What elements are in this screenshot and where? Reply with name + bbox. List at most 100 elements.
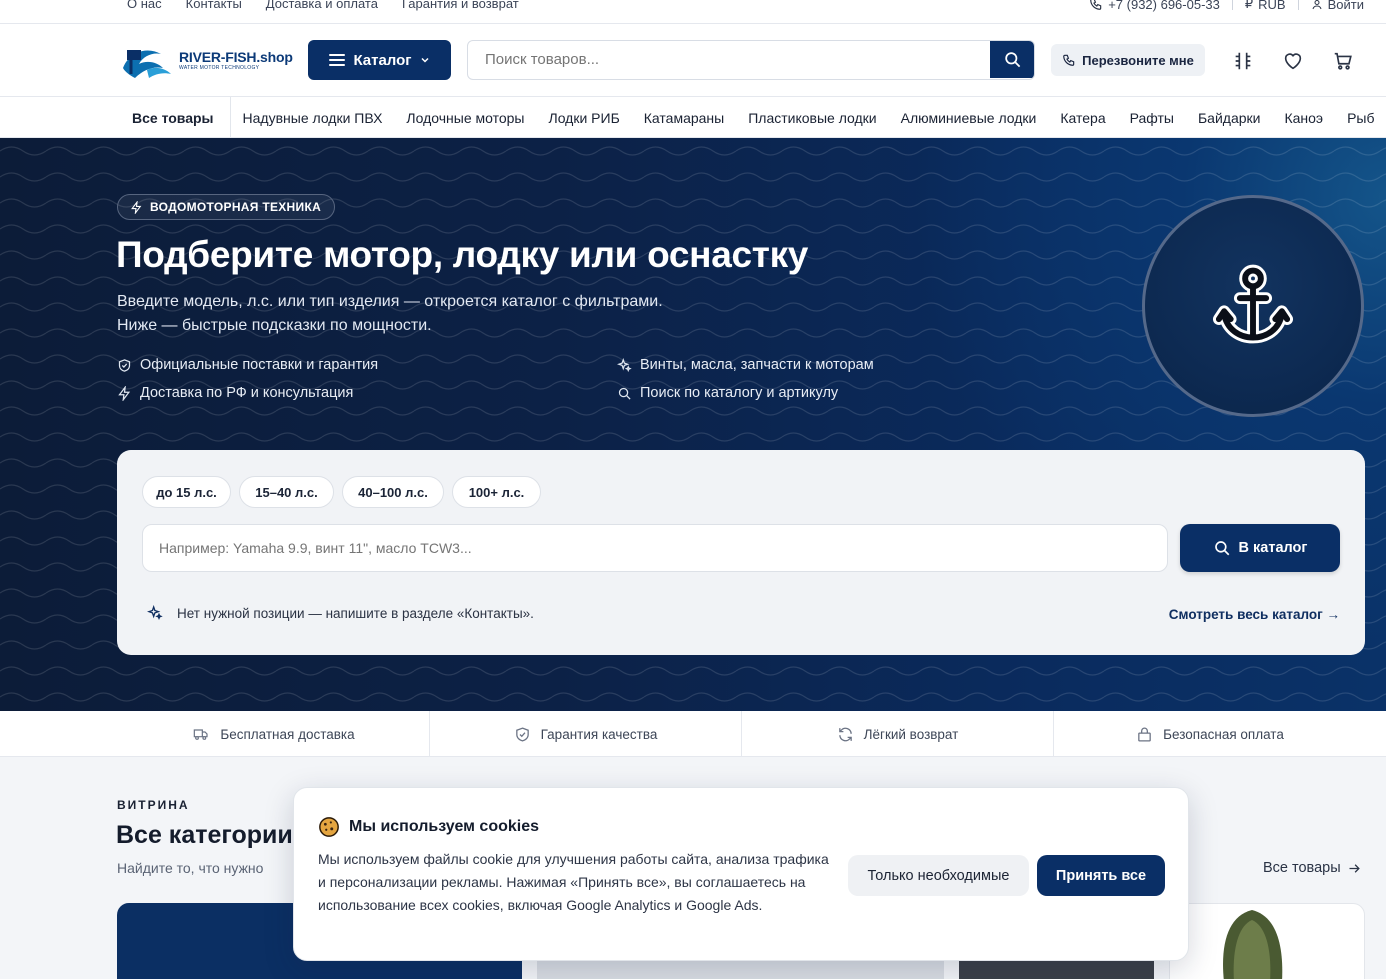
chevron-down-icon bbox=[421, 57, 429, 63]
hero-title: Подберите мотор, лодку или оснастку bbox=[116, 234, 809, 275]
category-nav: Все товары Надувные лодки ПВХ Лодочные м… bbox=[0, 97, 1386, 138]
currency-switcher[interactable]: ₽ RUB bbox=[1245, 0, 1286, 12]
go-to-catalog-button[interactable]: В каталог bbox=[1180, 524, 1340, 572]
nav-item-kayaks[interactable]: Байдарки bbox=[1186, 110, 1272, 126]
callback-button[interactable]: Перезвоните мне bbox=[1051, 44, 1205, 76]
feature-search-label: Поиск по каталогу и артикулу bbox=[640, 385, 839, 401]
feature-delivery-label: Доставка по РФ и консультация bbox=[140, 385, 354, 401]
benefit-easy-return: Лёгкий возврат bbox=[742, 711, 1054, 757]
phone-icon bbox=[1090, 0, 1102, 10]
site-logo[interactable]: RIVER-FISH.shop WATER MOTOR TECHNOLOGY bbox=[117, 38, 297, 82]
nav-item-motorboats[interactable]: Катера bbox=[1048, 110, 1117, 126]
benefit-secure-payment-label: Безопасная оплата bbox=[1163, 726, 1284, 742]
cookie-accept-all-button[interactable]: Принять все bbox=[1037, 855, 1165, 896]
benefit-free-delivery-label: Бесплатная доставка bbox=[220, 726, 355, 742]
benefit-easy-return-label: Лёгкий возврат bbox=[863, 726, 959, 742]
catalog-button[interactable]: Каталог bbox=[308, 40, 451, 80]
search-button[interactable] bbox=[990, 41, 1034, 78]
heart-icon[interactable] bbox=[1282, 50, 1304, 72]
top-link-about[interactable]: О нас bbox=[127, 0, 162, 11]
feature-search: Поиск по каталогу и артикулу bbox=[617, 385, 838, 401]
hero-subtitle-line1: Введите модель, л.с. или тип изделия — о… bbox=[117, 293, 663, 310]
nav-item-catamarans[interactable]: Катамараны bbox=[632, 110, 736, 126]
nav-item-rafts[interactable]: Рафты bbox=[1118, 110, 1186, 126]
showcase-kicker: ВИТРИНА bbox=[117, 798, 190, 812]
nav-item-all[interactable]: Все товары bbox=[117, 97, 231, 137]
hero-badge-label: ВОДОМОТОРНАЯ ТЕХНИКА bbox=[150, 200, 322, 214]
benefit-free-delivery: Бесплатная доставка bbox=[118, 711, 430, 757]
login-label: Войти bbox=[1327, 0, 1364, 12]
feature-official-label: Официальные поставки и гарантия bbox=[140, 357, 379, 373]
search-icon bbox=[1214, 541, 1229, 556]
hero-subtitle: Введите модель, л.с. или тип изделия — о… bbox=[117, 290, 663, 338]
contact-note-text: Нет нужной позиции — напишите в разделе … bbox=[177, 605, 534, 621]
bolt-icon bbox=[131, 200, 142, 214]
chip-up-to-15hp[interactable]: до 15 л.с. bbox=[142, 476, 231, 508]
benefits-spacer bbox=[0, 711, 118, 756]
catalog-search-input[interactable] bbox=[142, 524, 1168, 572]
top-bar: О нас Контакты Доставка и оплата Гаранти… bbox=[0, 0, 1386, 24]
cart-icon[interactable] bbox=[1332, 50, 1354, 72]
chip-100plus-hp[interactable]: 100+ л.с. bbox=[452, 476, 541, 508]
top-phone[interactable]: +7 (932) 696-05-33 bbox=[1089, 0, 1220, 12]
truck-icon bbox=[194, 729, 208, 740]
login-link[interactable]: Войти bbox=[1311, 0, 1364, 12]
logo-tagline: WATER MOTOR TECHNOLOGY bbox=[179, 64, 260, 71]
divider bbox=[1231, 0, 1233, 10]
shield-check-icon bbox=[118, 358, 131, 372]
ruble-icon: ₽ bbox=[1244, 0, 1254, 11]
menu-icon bbox=[329, 54, 346, 66]
hero-section: ВОДОМОТОРНАЯ ТЕХНИКА Подберите мотор, ло… bbox=[0, 138, 1386, 711]
cookie-necessary-button[interactable]: Только необходимые bbox=[848, 855, 1029, 896]
nav-item-boat-motors[interactable]: Лодочные моторы bbox=[394, 110, 536, 126]
top-link-warranty[interactable]: Гарантия и возврат bbox=[402, 0, 519, 11]
search-input[interactable] bbox=[468, 41, 992, 78]
cookie-title-text: Мы используем cookies bbox=[349, 818, 540, 835]
phone-icon bbox=[1063, 54, 1075, 66]
sparkles-icon bbox=[147, 605, 163, 621]
showcase-title: Все категории bbox=[116, 821, 293, 849]
catalog-label: Каталог bbox=[353, 51, 412, 69]
arrow-right-icon bbox=[1349, 863, 1360, 873]
logo-name: RIVER-FISH.shop bbox=[179, 48, 293, 65]
feature-delivery: Доставка по РФ и консультация bbox=[117, 385, 353, 401]
main-header: RIVER-FISH.shop WATER MOTOR TECHNOLOGY К… bbox=[0, 24, 1386, 97]
all-products-label: Все товары bbox=[1263, 860, 1341, 876]
nav-item-fishing[interactable]: Рыб bbox=[1335, 110, 1386, 126]
top-right: +7 (932) 696-05-33 ₽ RUB Войти bbox=[1089, 0, 1364, 12]
search-icon bbox=[1004, 52, 1020, 68]
view-full-catalog-link[interactable]: Смотреть весь каталог → bbox=[1169, 607, 1340, 622]
inflatable-boat-image bbox=[1223, 910, 1283, 979]
sparkles-icon bbox=[617, 357, 632, 372]
top-link-delivery[interactable]: Доставка и оплата bbox=[266, 0, 378, 11]
nav-item-canoes[interactable]: Каноэ bbox=[1272, 110, 1335, 126]
anchor-icon bbox=[1212, 264, 1294, 344]
refresh-icon bbox=[838, 727, 852, 741]
chip-15-40hp[interactable]: 15–40 л.с. bbox=[239, 476, 334, 508]
nav-item-aluminium-boats[interactable]: Алюминиевые лодки bbox=[889, 110, 1049, 126]
contact-note: Нет нужной позиции — напишите в разделе … bbox=[147, 605, 534, 621]
nav-item-plastic-boats[interactable]: Пластиковые лодки bbox=[736, 110, 888, 126]
user-icon bbox=[1312, 0, 1322, 9]
cookie-icon bbox=[319, 817, 339, 837]
divider bbox=[1297, 0, 1299, 10]
feature-parts: Винты, масла, запчасти к моторам bbox=[617, 357, 874, 373]
showcase-subtitle: Найдите то, что нужно bbox=[117, 860, 264, 876]
category-nav-row: Все товары Надувные лодки ПВХ Лодочные м… bbox=[117, 97, 1386, 137]
top-link-contacts[interactable]: Контакты bbox=[186, 0, 242, 11]
phone-number: +7 (932) 696-05-33 bbox=[1108, 0, 1220, 12]
currency-label: RUB bbox=[1258, 0, 1286, 12]
benefits-bar: Бесплатная доставка Гарантия качества Лё… bbox=[0, 711, 1386, 757]
hero-subtitle-line2: Ниже — быстрые подсказки по мощности. bbox=[117, 317, 432, 334]
anchor-emblem bbox=[1142, 195, 1364, 417]
cookie-title: Мы используем cookies bbox=[318, 816, 539, 838]
benefit-quality: Гарантия качества bbox=[430, 711, 742, 757]
bolt-icon bbox=[118, 385, 131, 401]
category-tile-4[interactable] bbox=[1169, 903, 1365, 979]
nav-item-pvc-boats[interactable]: Надувные лодки ПВХ bbox=[231, 110, 395, 126]
chip-40-100hp[interactable]: 40–100 л.с. bbox=[342, 476, 444, 508]
compare-icon[interactable] bbox=[1232, 50, 1254, 72]
quick-search-card: до 15 л.с. 15–40 л.с. 40–100 л.с. 100+ л… bbox=[117, 450, 1365, 655]
nav-item-rib-boats[interactable]: Лодки РИБ bbox=[537, 110, 632, 126]
all-products-link[interactable]: Все товары bbox=[1263, 860, 1362, 876]
